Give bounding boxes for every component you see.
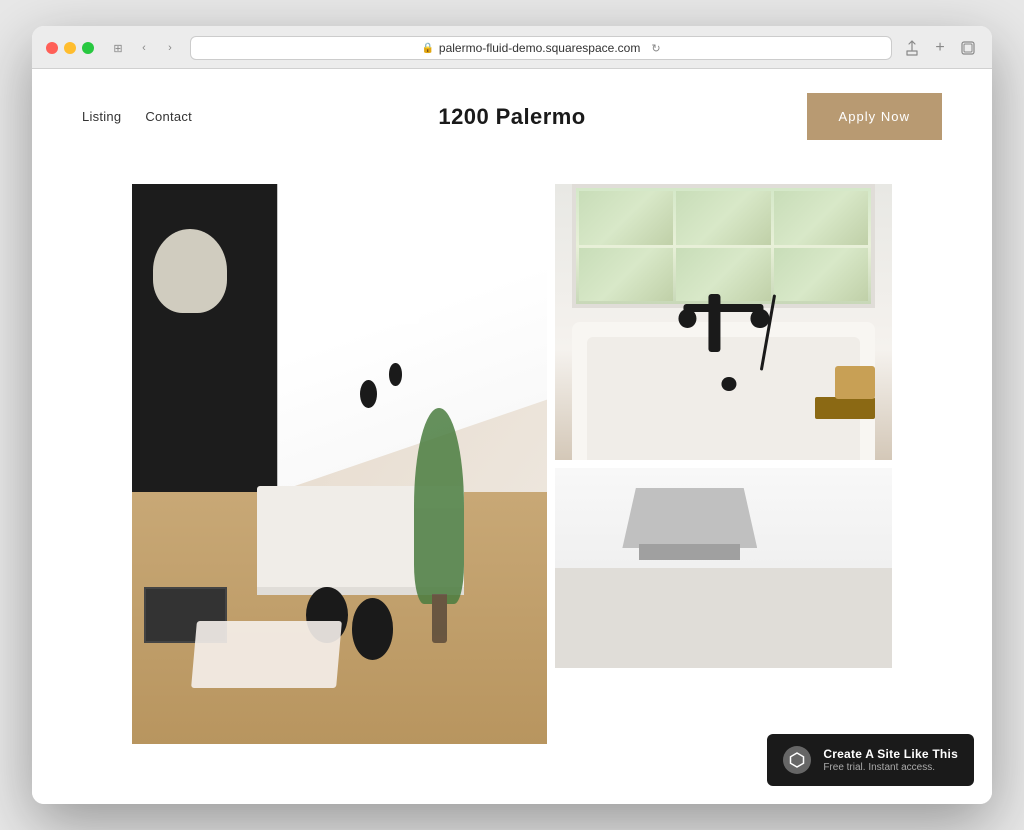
browser-chrome: ⊞ ‹ › 🔒 palermo-fluid-demo.squarespace.c…	[32, 26, 992, 69]
bath-tray	[815, 397, 876, 419]
browser-actions: +	[902, 38, 978, 58]
gallery-section: Create A Site Like This Free trial. Inst…	[32, 164, 992, 804]
gallery-grid	[82, 164, 942, 774]
gallery-image-living-room	[132, 184, 547, 744]
close-button[interactable]	[46, 42, 58, 54]
forward-button[interactable]: ›	[160, 38, 180, 58]
lr-pendant2	[389, 363, 401, 385]
browser-window: ⊞ ‹ › 🔒 palermo-fluid-demo.squarespace.c…	[32, 26, 992, 804]
listing-nav-link[interactable]: Listing	[82, 109, 121, 124]
lr-rug	[191, 621, 342, 688]
lr-pendant1	[360, 380, 377, 408]
tab-switcher-icon[interactable]: ⊞	[108, 38, 128, 58]
url-text: palermo-fluid-demo.squarespace.com	[439, 41, 640, 55]
site-title: 1200 Palermo	[438, 104, 585, 130]
bath-window-pane	[774, 191, 868, 245]
bath-window	[572, 184, 875, 308]
minimize-button[interactable]	[64, 42, 76, 54]
reload-icon[interactable]: ↻	[651, 42, 660, 55]
faucet-knob-right	[751, 309, 769, 328]
toast-sub-text: Free trial. Instant access.	[823, 762, 958, 773]
bath-faucet	[673, 294, 774, 391]
apply-now-button[interactable]: Apply Now	[807, 93, 943, 140]
toast-text-container: Create A Site Like This Free trial. Inst…	[823, 747, 958, 773]
apply-now-button-wrapper: Apply Now	[807, 93, 943, 140]
faucet-drain	[721, 377, 736, 391]
faucet-knob-left	[678, 309, 696, 328]
tab-overview-icon[interactable]	[958, 38, 978, 58]
toast-notification[interactable]: Create A Site Like This Free trial. Inst…	[767, 734, 974, 786]
kitchen-range-hood	[622, 488, 757, 548]
nav-left: Listing Contact	[82, 109, 192, 124]
bath-window-pane	[774, 248, 868, 302]
browser-controls: ⊞ ‹ ›	[108, 38, 180, 58]
share-icon[interactable]	[902, 38, 922, 58]
lr-skylight	[335, 268, 428, 324]
bath-window-pane	[676, 191, 770, 245]
back-button[interactable]: ‹	[134, 38, 154, 58]
lr-stool2	[352, 598, 394, 660]
address-bar[interactable]: 🔒 palermo-fluid-demo.squarespace.com ↻	[190, 36, 892, 60]
faucet-arm	[683, 304, 764, 312]
gallery-image-kitchen	[555, 468, 892, 668]
lr-plant	[414, 408, 464, 604]
maximize-button[interactable]	[82, 42, 94, 54]
new-tab-icon[interactable]: +	[930, 38, 950, 58]
toast-main-text: Create A Site Like This	[823, 747, 958, 761]
traffic-lights	[46, 42, 94, 54]
site-nav: Listing Contact 1200 Palermo Apply Now	[32, 69, 992, 164]
kitchen-counter	[555, 568, 892, 668]
bath-window-pane	[676, 248, 770, 302]
lr-skull	[153, 229, 228, 313]
site-content: Listing Contact 1200 Palermo Apply Now	[32, 69, 992, 804]
gallery-right-column	[555, 184, 892, 744]
bath-sponge	[835, 366, 875, 399]
kitchen-hood-bottom	[639, 544, 740, 560]
gallery-image-bathroom	[555, 184, 892, 460]
lock-icon: 🔒	[421, 43, 433, 54]
bath-window-pane	[579, 248, 673, 302]
living-room-image	[132, 184, 547, 744]
bath-window-pane	[579, 191, 673, 245]
faucet-main	[708, 294, 720, 352]
contact-nav-link[interactable]: Contact	[145, 109, 192, 124]
squarespace-icon	[783, 746, 811, 774]
